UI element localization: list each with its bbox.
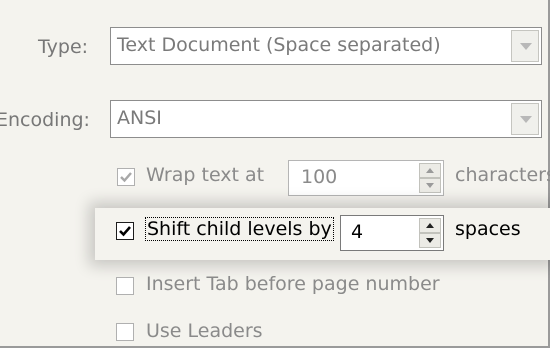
wrap-text-value: 100 <box>301 166 338 188</box>
spin-down-icon[interactable] <box>419 178 441 193</box>
shift-child-levels-checkbox[interactable] <box>116 222 134 240</box>
use-leaders-checkbox[interactable] <box>116 323 134 341</box>
checkmark-icon <box>120 172 132 183</box>
type-dropdown-value: Text Document (Space separated) <box>117 34 441 56</box>
chevron-down-icon[interactable] <box>511 103 539 135</box>
export-options-panel: Type: Text Document (Space separated) En… <box>0 0 550 348</box>
encoding-dropdown[interactable]: ANSI <box>110 100 542 138</box>
spin-down-icon[interactable] <box>419 233 441 248</box>
shift-child-levels-label: Shift child levels by <box>145 217 334 241</box>
use-leaders-label: Use Leaders <box>146 320 263 342</box>
shift-child-levels-unit: spaces <box>455 218 521 240</box>
insert-tab-checkbox[interactable] <box>116 277 134 295</box>
encoding-dropdown-value: ANSI <box>117 107 162 129</box>
checkmark-icon <box>119 226 131 237</box>
spin-up-icon[interactable] <box>419 218 441 233</box>
spin-up-icon[interactable] <box>419 163 441 178</box>
encoding-label: Encoding: <box>0 109 90 131</box>
chevron-down-icon[interactable] <box>511 30 539 62</box>
wrap-text-unit: characters <box>455 164 550 186</box>
type-dropdown[interactable]: Text Document (Space separated) <box>110 27 542 65</box>
shift-child-levels-spinner[interactable]: 4 <box>340 215 444 251</box>
wrap-text-checkbox[interactable] <box>117 168 135 186</box>
wrap-text-label: Wrap text at <box>146 164 265 186</box>
shift-child-levels-value: 4 <box>351 221 364 243</box>
wrap-text-spinner[interactable]: 100 <box>288 160 444 196</box>
type-label: Type: <box>38 36 89 58</box>
insert-tab-label: Insert Tab before page number <box>146 273 440 295</box>
